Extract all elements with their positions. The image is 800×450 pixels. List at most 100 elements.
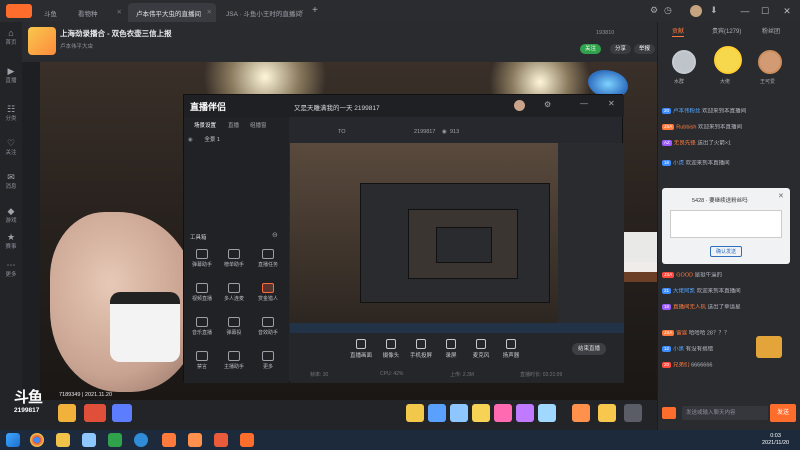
- scene-item[interactable]: ◉ 全景 1: [188, 135, 284, 145]
- gift-icon[interactable]: [598, 404, 616, 422]
- gift-icon[interactable]: [572, 404, 590, 422]
- record-button[interactable]: 录屏: [436, 339, 466, 359]
- close-icon[interactable]: ✕: [117, 8, 122, 16]
- phone-button[interactable]: 手机投屏: [406, 339, 436, 359]
- user-avatar[interactable]: [514, 100, 525, 111]
- tool-assist[interactable]: 主播助手: [222, 351, 246, 370]
- tab-1[interactable]: 斗鱼: [36, 3, 66, 22]
- tab-vip[interactable]: 贵宾(1279): [712, 26, 741, 35]
- streamer-name[interactable]: 卢本伟平大虫: [60, 42, 93, 50]
- tab-2[interactable]: 看物种 ✕: [70, 3, 126, 22]
- chat-message[interactable]: 21 大佬阿凯 欢迎来到本直播间: [662, 288, 796, 295]
- app-preview[interactable]: [290, 143, 624, 333]
- chat-message[interactable]: 20 兄弟们 6666666: [662, 362, 796, 369]
- send-button[interactable]: 发送: [770, 404, 796, 422]
- tab-group[interactable]: 组播窗: [250, 121, 267, 129]
- nav-more[interactable]: ⋯ 更多: [2, 260, 20, 278]
- gift-icon[interactable]: [428, 404, 446, 422]
- mic-button[interactable]: 麦克风: [466, 339, 496, 359]
- tab-live[interactable]: 直播: [228, 121, 239, 129]
- new-tab-button[interactable]: +: [312, 5, 318, 16]
- tool-bounty[interactable]: 赏金猎人: [256, 283, 280, 302]
- popup-close-icon[interactable]: ✕: [778, 192, 784, 200]
- close-icon[interactable]: ✕: [299, 8, 304, 16]
- gift-icon[interactable]: [472, 404, 490, 422]
- nav-game[interactable]: ◆ 游戏: [2, 206, 20, 224]
- tab-3[interactable]: 卢本伟平大虫的直播间 ✕: [128, 3, 216, 22]
- fan-club-icon[interactable]: [112, 404, 132, 422]
- close-button[interactable]: ✕: [608, 99, 615, 108]
- top-fan-avatar[interactable]: [714, 46, 742, 74]
- chrome-icon[interactable]: [30, 433, 44, 447]
- nav-match[interactable]: ★ 赛事: [2, 232, 20, 250]
- start-icon[interactable]: [6, 433, 20, 447]
- maximize-button[interactable]: ☐: [758, 4, 772, 18]
- minimize-button[interactable]: —: [580, 99, 588, 108]
- minimize-button[interactable]: —: [738, 4, 752, 18]
- share-button[interactable]: 分享: [610, 44, 632, 54]
- tool-sound[interactable]: 音效助手: [256, 317, 280, 336]
- tab-scene[interactable]: 场景设置: [194, 121, 216, 129]
- tool-link[interactable]: 多人连麦: [222, 283, 246, 302]
- gift-icon[interactable]: [450, 404, 468, 422]
- tool-task[interactable]: 直播任务: [256, 249, 280, 268]
- tool-rank[interactable]: 榜单助手: [222, 249, 246, 268]
- rank-badge-icon[interactable]: [84, 404, 106, 422]
- stop-live-button[interactable]: 结束直播: [572, 343, 607, 355]
- tool-more[interactable]: 更多: [256, 351, 280, 370]
- tool-music[interactable]: 音乐直播: [190, 317, 214, 336]
- close-icon[interactable]: ✕: [207, 8, 212, 16]
- chat-input[interactable]: 发送或输入聊天内容: [682, 406, 768, 420]
- follow-button[interactable]: 关注: [580, 44, 602, 54]
- edge-icon[interactable]: [134, 433, 148, 447]
- app-icon[interactable]: [188, 433, 202, 447]
- settings-icon[interactable]: ⚙: [650, 5, 658, 16]
- user-avatar[interactable]: [690, 5, 702, 17]
- tool-danmaku[interactable]: 弹幕助手: [190, 249, 214, 268]
- top-fan-avatar[interactable]: [758, 50, 782, 74]
- streamer-avatar[interactable]: [28, 27, 56, 55]
- chat-message[interactable]: JSA Rubbish 欢迎来到本直播间: [662, 124, 796, 131]
- top-fan-avatar[interactable]: [672, 50, 696, 74]
- gift-icon[interactable]: [538, 404, 556, 422]
- nav-category[interactable]: ☷ 分类: [2, 104, 20, 122]
- gift-icon[interactable]: [494, 404, 512, 422]
- emoji-icon[interactable]: [662, 407, 676, 419]
- chat-message[interactable]: JSA GOOD 是挺牛逼的: [662, 272, 796, 279]
- eye-icon[interactable]: ◉: [188, 137, 193, 143]
- tab-fans[interactable]: 粉丝团: [762, 26, 780, 35]
- player-icon[interactable]: [108, 433, 122, 447]
- nav-message[interactable]: ✉ 消息: [2, 172, 20, 190]
- broadcast-companion-window[interactable]: 直播伴侣 又是天雕满我的一天 2199817 ⚙ — ✕ 场景设置 直播 组播窗…: [183, 94, 624, 383]
- media-icon[interactable]: [82, 433, 96, 447]
- toolbox-collapse-icon[interactable]: ⊖: [272, 231, 278, 239]
- app-icon[interactable]: [162, 433, 176, 447]
- nav-live[interactable]: ▶ 直播: [2, 66, 20, 84]
- close-button[interactable]: ✕: [780, 4, 794, 18]
- trophy-icon[interactable]: [58, 404, 76, 422]
- chat-message[interactable]: 18 直播间无人机 送出了幸运星: [662, 304, 796, 311]
- folder-icon[interactable]: [56, 433, 70, 447]
- app-icon[interactable]: [240, 433, 254, 447]
- backpack-icon[interactable]: [624, 404, 642, 422]
- app-icon[interactable]: [214, 433, 228, 447]
- gift-icon[interactable]: [516, 404, 534, 422]
- tab-4[interactable]: JSA · 斗鱼小王时的直播间 ✕: [218, 3, 308, 22]
- treasure-chest-icon[interactable]: [756, 336, 782, 358]
- popup-confirm-button[interactable]: 确认发送: [710, 246, 743, 257]
- speaker-button[interactable]: 扬声器: [496, 339, 526, 359]
- chat-message[interactable]: 20 卢本伟粉丝 欢迎来到本直播间: [662, 108, 796, 115]
- taskbar-clock[interactable]: 0:03 2021/11/20: [762, 433, 789, 447]
- chat-message[interactable]: 16 小虎 欢迎来到本直播间: [662, 160, 796, 167]
- history-icon[interactable]: ◷: [664, 5, 672, 16]
- gift-icon[interactable]: [406, 404, 424, 422]
- nav-follow[interactable]: ♡ 关注: [2, 138, 20, 156]
- chat-message[interactable]: AZ 无畏先锋 送出了火箭×1: [662, 140, 796, 147]
- camera-button[interactable]: 摄像头: [376, 339, 406, 359]
- download-icon[interactable]: ⬇: [710, 5, 718, 16]
- tool-mute[interactable]: 禁言: [190, 351, 214, 370]
- tool-video[interactable]: 视频直播: [190, 283, 214, 302]
- tab-contribution[interactable]: 贡献: [672, 26, 685, 37]
- screen-button[interactable]: 直播画面: [346, 339, 376, 359]
- report-button[interactable]: 举报: [634, 44, 656, 54]
